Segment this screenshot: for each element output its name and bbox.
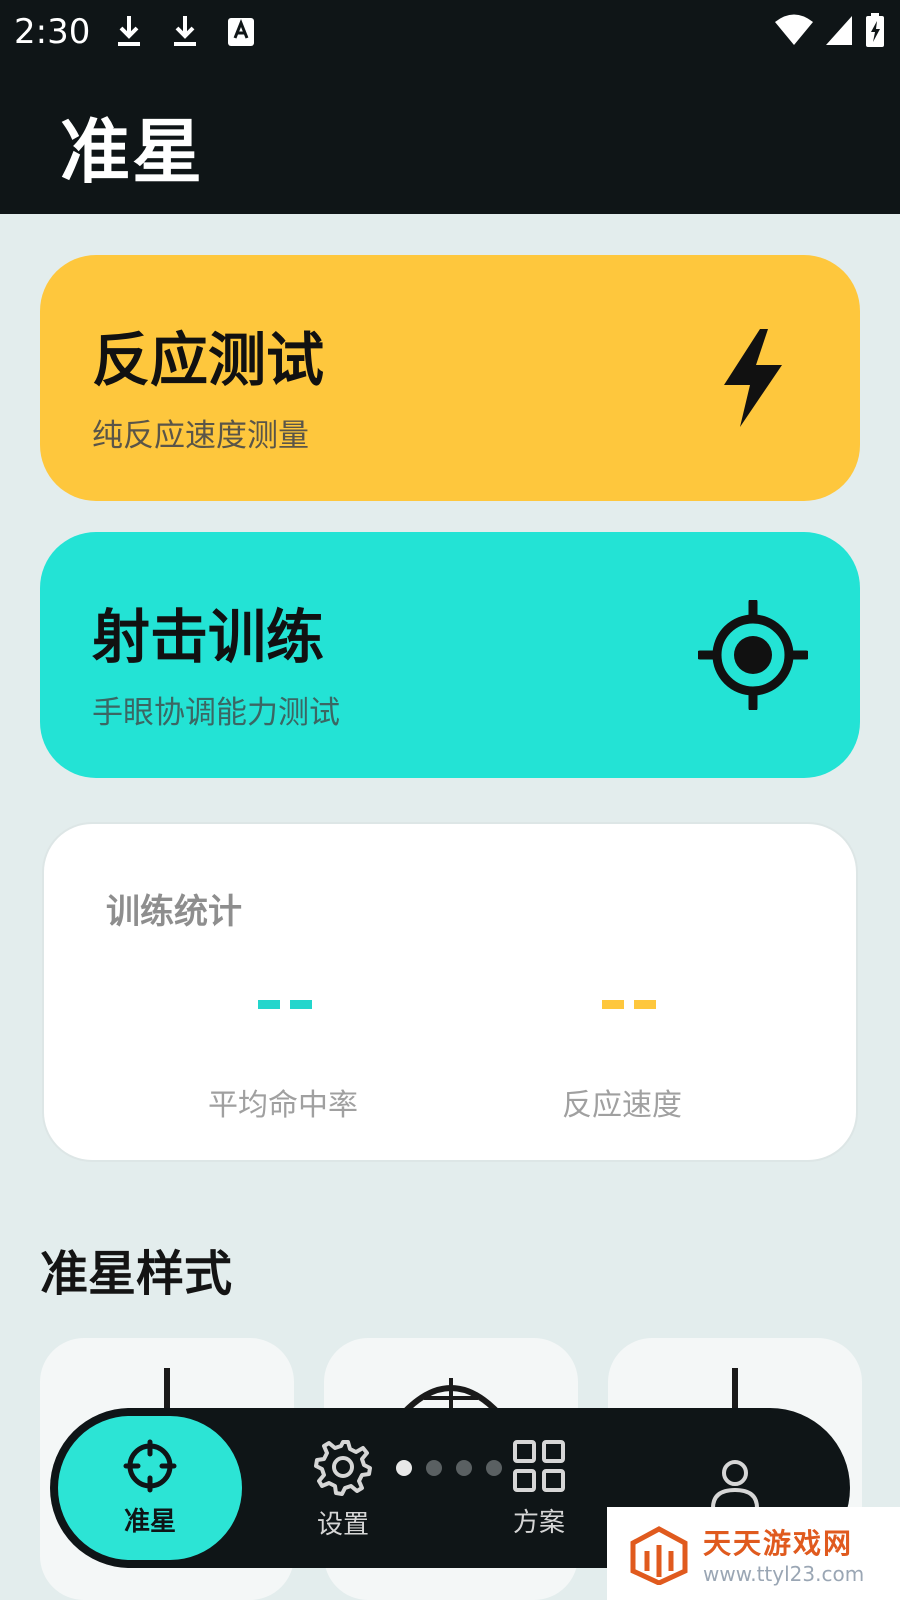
lightning-icon [724,329,782,427]
crosshair-target-icon [698,600,808,710]
status-time: 2:30 [14,12,91,52]
card-subtitle: 纯反应速度测量 [92,418,309,454]
status-notifications [112,12,258,52]
gear-icon [314,1439,372,1496]
top-app-bar: 2:30 准星 [0,0,900,214]
status-system-icons [774,12,886,48]
text-recognition-icon [228,18,254,46]
signal-icon [826,16,852,45]
nav-item-settings[interactable]: 设置 [248,1408,438,1568]
download-icon [118,16,140,46]
card-subtitle: 手眼协调能力测试 [92,695,340,731]
watermark: 天天游戏网 www.ttyl23.com [607,1507,900,1600]
card-title: 反应测试 [92,326,325,394]
download-icon [174,16,196,46]
reaction-speed-label: 反应速度 [562,1088,682,1123]
watermark-url: www.ttyl23.com [703,1561,865,1586]
nav-item-plans[interactable]: 方案 [444,1408,634,1568]
nav-label: 方案 [512,1507,565,1538]
user-icon [711,1460,759,1510]
reaction-test-card[interactable]: 反应测试 纯反应速度测量 [40,255,860,501]
nav-label: 准星 [123,1506,176,1537]
page-dot [396,1460,412,1476]
reaction-speed-value [602,1000,656,1009]
crosshair-icon [123,1439,177,1492]
training-stats-panel: 训练统计 -- 平均命中率 -- 反应速度 [42,822,858,1162]
shooting-training-card[interactable]: 射击训练 手眼协调能力测试 [40,532,860,778]
card-title: 射击训练 [92,603,325,671]
page-dot [426,1460,442,1476]
stats-title: 训练统计 [106,892,242,932]
nav-item-crosshair[interactable]: 准星 [58,1416,242,1560]
average-hit-rate-value [258,1000,312,1009]
average-hit-rate-label: 平均命中率 [208,1088,358,1123]
crosshair-styles-title: 准星样式 [40,1246,233,1302]
site-logo-icon [630,1526,688,1585]
grid-icon [513,1439,565,1492]
page-title: 准星 [60,111,204,193]
wifi-icon [775,14,813,45]
watermark-title: 天天游戏网 [703,1526,854,1560]
battery-charging-icon [866,13,884,47]
nav-label: 设置 [316,1509,369,1540]
